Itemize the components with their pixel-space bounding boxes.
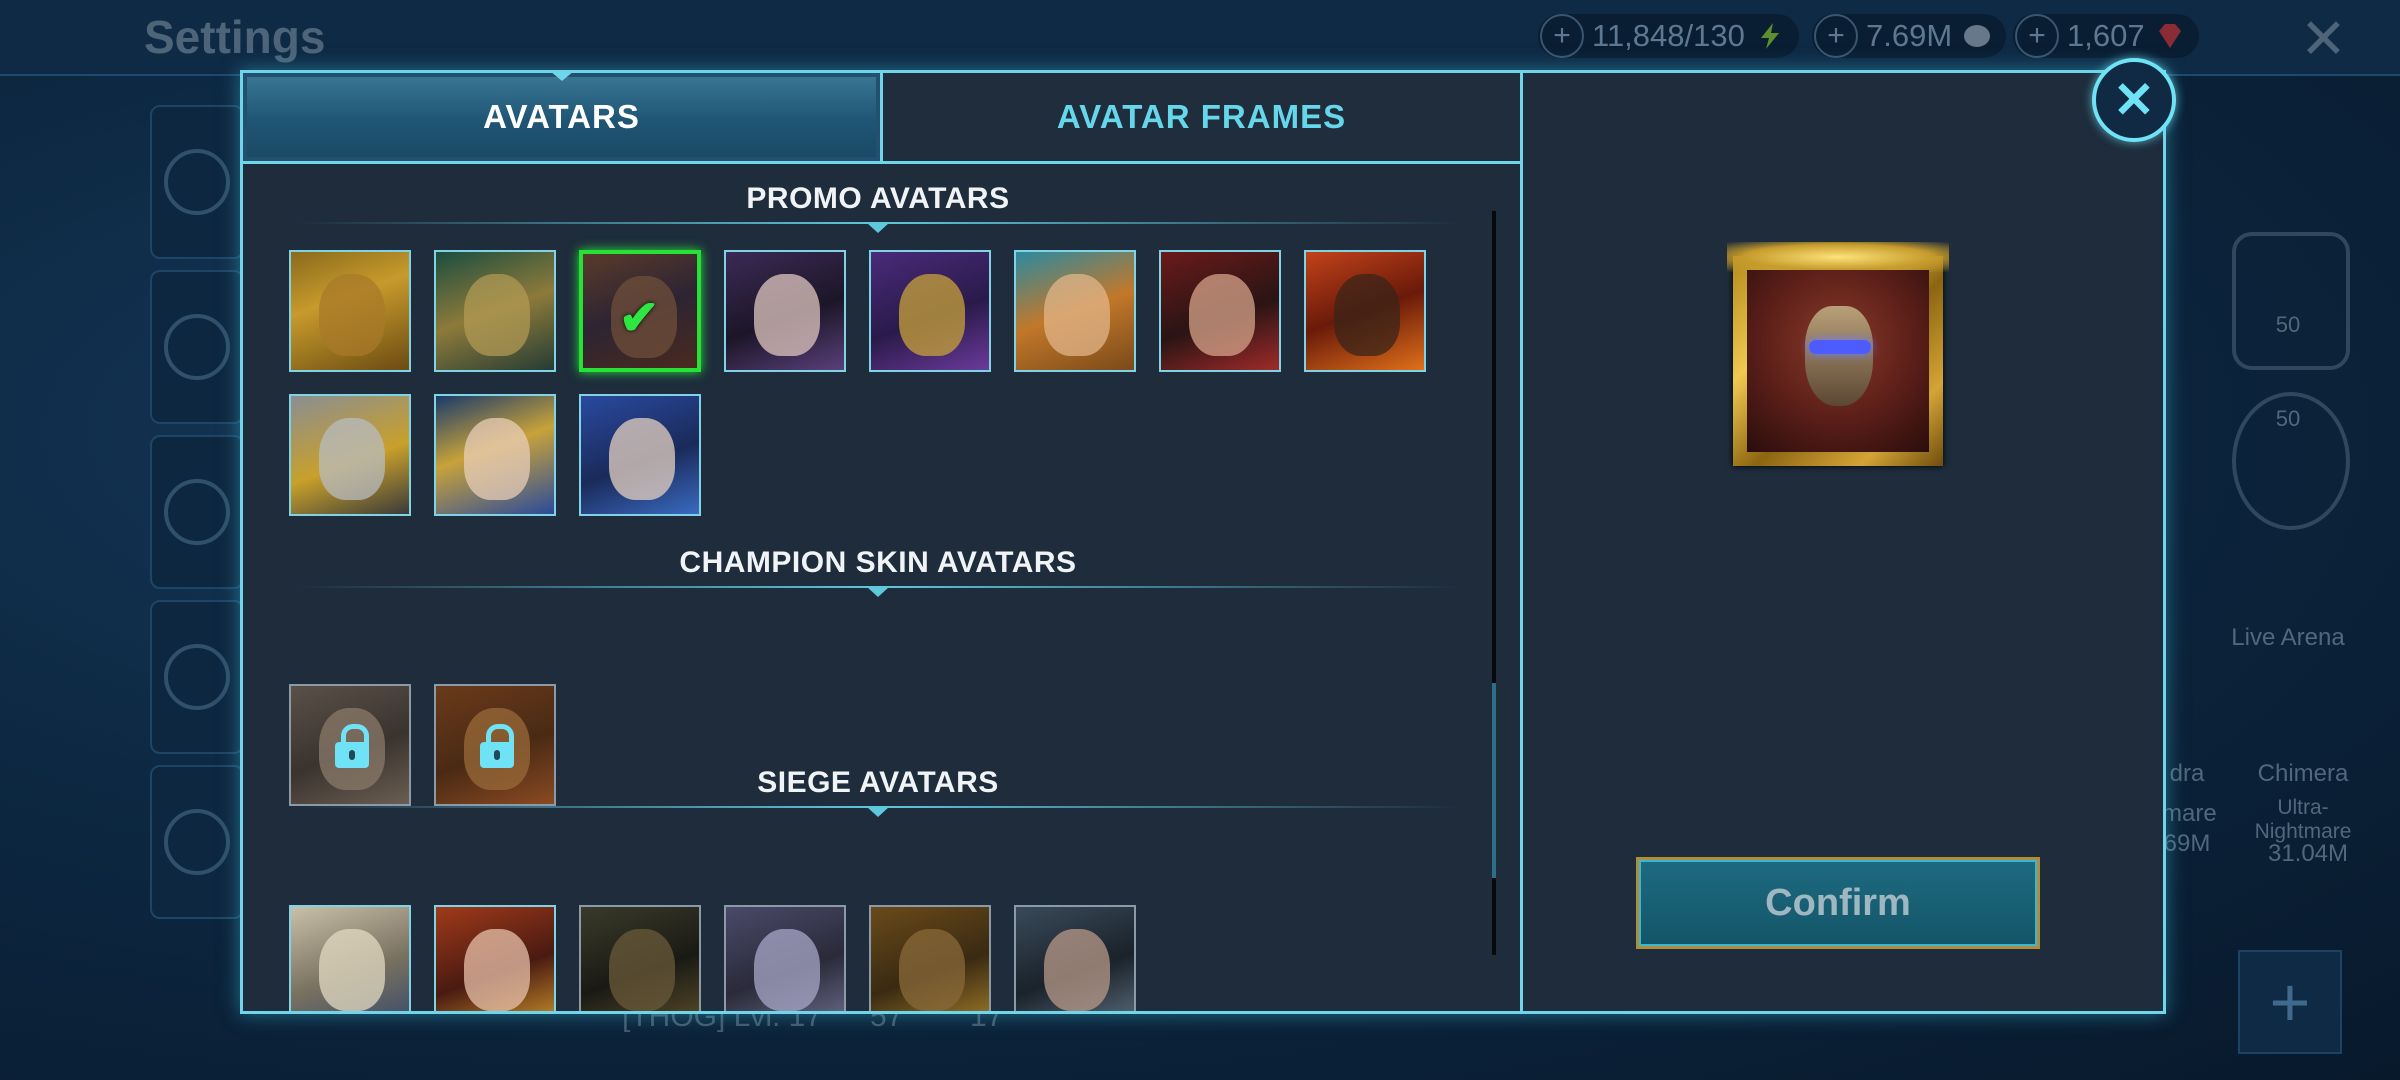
avatar-scroll-area[interactable]: PROMO AVATARS ✔ CHAMPION SKIN AVATARS SI…	[243, 164, 1520, 1011]
portrait	[609, 929, 675, 1011]
silver-coin-icon	[1964, 25, 1991, 47]
portrait-goggles	[1809, 340, 1871, 354]
add-silver-icon[interactable]: +	[1814, 14, 1858, 58]
avatar-tile[interactable]	[1014, 905, 1136, 1011]
section-header-champion-skin: CHAMPION SKIN AVATARS	[293, 546, 1463, 597]
down-arrow-icon	[867, 587, 889, 597]
user-tab[interactable]	[150, 270, 244, 424]
avatar-tile[interactable]	[434, 905, 556, 1011]
section-title: PROMO AVATARS	[746, 182, 1010, 215]
avatar-tile-selected[interactable]: ✔	[579, 250, 701, 372]
settings-tab[interactable]	[150, 435, 244, 589]
hydra-difficulty: mare	[2162, 800, 2217, 827]
profile-tab[interactable]	[150, 105, 244, 259]
energy-resource[interactable]: + 11,848/130	[1538, 14, 1799, 58]
avatar-modal: AVATARS AVATAR FRAMES PROMO AVATARS ✔ CH…	[240, 70, 2166, 1014]
portrait-face	[1805, 306, 1873, 406]
silver-resource[interactable]: + 7.69M	[1812, 14, 2007, 58]
portrait	[464, 274, 530, 356]
avatar-tabs: AVATARS AVATAR FRAMES	[243, 71, 1520, 164]
gear-icon	[164, 479, 230, 545]
live-arena-label: Live Arena	[2231, 624, 2345, 651]
section-header-siege: SIEGE AVATARS	[293, 766, 1463, 817]
portrait	[1044, 274, 1110, 356]
emblem-level-2: 50	[2275, 406, 2301, 431]
gems-resource[interactable]: + 1,607	[2013, 14, 2199, 58]
frame-crest	[1727, 242, 1949, 272]
scrollbar-thumb[interactable]	[1492, 683, 1496, 878]
down-arrow-icon	[867, 807, 889, 817]
lightning-icon	[1760, 23, 1779, 49]
tab-avatar-frames[interactable]: AVATAR FRAMES	[880, 73, 1520, 161]
gem-icon	[2158, 24, 2181, 48]
chimera-damage: 31.04M	[2267, 840, 2349, 867]
portrait	[899, 929, 965, 1011]
avatar-tile[interactable]	[1014, 250, 1136, 372]
portrait	[464, 929, 530, 1011]
portrait	[609, 418, 675, 500]
add-gems-icon[interactable]: +	[2015, 14, 2059, 58]
avatar-tile[interactable]	[724, 250, 846, 372]
portrait	[1189, 274, 1255, 356]
portrait	[754, 274, 820, 356]
confirm-button[interactable]: Confirm	[1636, 857, 2040, 949]
confirm-label: Confirm	[1639, 860, 2037, 946]
avatar-tile[interactable]	[579, 905, 701, 1011]
portrait	[1334, 274, 1400, 356]
globe-icon	[164, 809, 230, 875]
promo-avatar-grid: ✔	[289, 250, 1469, 516]
energy-value: 11,848/130	[1592, 18, 1745, 53]
gems-value: 1,607	[2067, 18, 2145, 53]
avatar-tile[interactable]	[869, 905, 991, 1011]
rank-emblem-icon	[2232, 232, 2350, 370]
chimera-label: Chimera	[2257, 760, 2349, 787]
avatar-tile[interactable]	[289, 250, 411, 372]
avatar-tile[interactable]	[1159, 250, 1281, 372]
portrait	[319, 274, 385, 356]
portrait	[464, 418, 530, 500]
portrait	[754, 929, 820, 1011]
avatar-tile[interactable]	[434, 394, 556, 516]
hydra-damage: 69M	[2163, 830, 2211, 857]
language-tab[interactable]	[150, 765, 244, 919]
avatar-tile[interactable]	[579, 394, 701, 516]
avatar-tile[interactable]	[1304, 250, 1426, 372]
avatar-tile[interactable]	[724, 905, 846, 1011]
close-icon[interactable]: ✕	[2092, 58, 2176, 142]
avatar-tile[interactable]	[869, 250, 991, 372]
section-title: CHAMPION SKIN AVATARS	[679, 546, 1077, 579]
lock-icon	[335, 724, 369, 768]
add-energy-icon[interactable]: +	[1540, 14, 1584, 58]
checkmark-icon: ✔	[619, 292, 660, 345]
avatar-tile[interactable]	[289, 905, 411, 1011]
portrait	[319, 929, 385, 1011]
avatar-tile[interactable]	[289, 394, 411, 516]
tab-avatars[interactable]: AVATARS	[243, 71, 880, 161]
chimera-difficulty: Ultra- Nightmare	[2254, 796, 2352, 843]
emblem-level-1: 50	[2275, 312, 2301, 337]
portrait	[1044, 929, 1110, 1011]
portrait	[899, 274, 965, 356]
info-icon	[164, 644, 230, 710]
down-arrow-icon	[867, 223, 889, 233]
profile-icon	[164, 149, 230, 215]
avatar-list-pane: AVATARS AVATAR FRAMES PROMO AVATARS ✔ CH…	[243, 71, 1523, 1011]
info-tab[interactable]	[150, 600, 244, 754]
user-icon	[164, 314, 230, 380]
selected-avatar-preview	[1727, 242, 1949, 466]
lock-icon	[480, 724, 514, 768]
hydra-label: dra	[2169, 760, 2205, 787]
section-header-promo: PROMO AVATARS	[293, 182, 1463, 233]
preview-portrait	[1747, 270, 1929, 452]
settings-close-icon[interactable]: ✕	[2300, 6, 2347, 72]
add-button[interactable]: +	[2238, 950, 2342, 1054]
portrait	[319, 418, 385, 500]
page-title: Settings	[144, 11, 326, 63]
silver-value: 7.69M	[1866, 18, 1953, 53]
siege-avatar-grid	[289, 905, 1469, 1011]
section-title: SIEGE AVATARS	[757, 766, 999, 799]
avatar-tile[interactable]	[434, 250, 556, 372]
